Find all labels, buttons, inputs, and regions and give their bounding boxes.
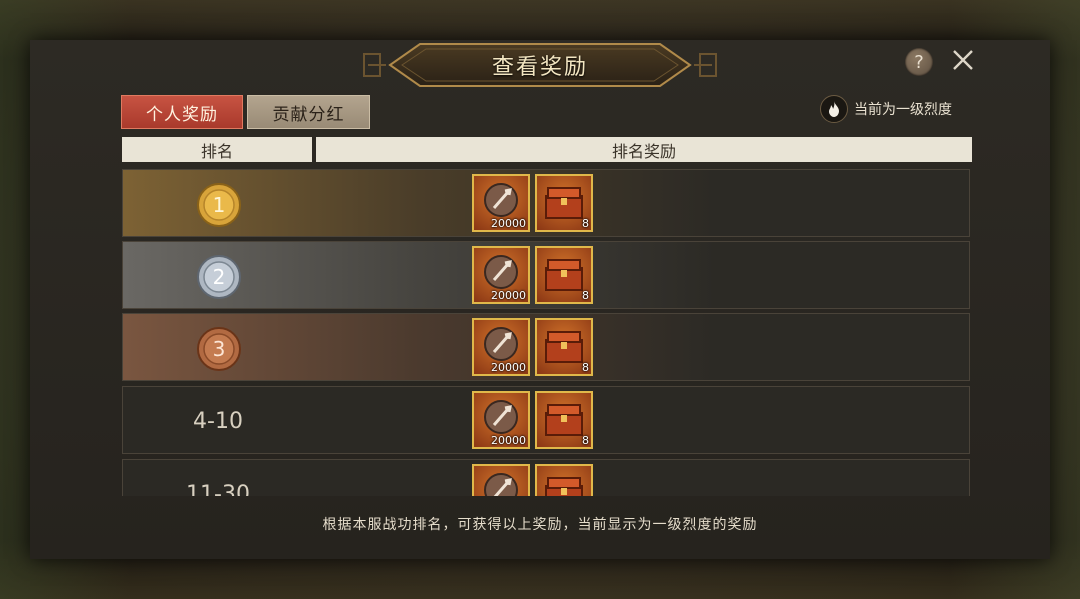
item-quantity: 8 [582,217,589,230]
rank-range: 11-30 [186,481,250,497]
close-icon [953,50,973,70]
title-banner: 查看奖励 [360,42,720,88]
rank-range: 4-10 [193,408,243,434]
treasure-chest-icon [545,477,583,496]
table-row: 2 20000 8 [122,241,970,309]
reward-item[interactable]: 8 [535,391,593,449]
tab-contribution-dividend[interactable]: 贡献分红 [247,95,370,129]
reward-item[interactable]: 20000 [472,318,530,376]
help-button[interactable]: ? [905,48,933,76]
item-quantity: 20000 [491,361,526,374]
table-row: 11-30 [122,459,970,496]
item-quantity: 8 [582,361,589,374]
reward-item[interactable]: 8 [535,174,593,232]
reward-item[interactable]: 20000 [472,246,530,304]
gold-medal-icon: 1 [197,183,241,227]
item-quantity: 20000 [491,217,526,230]
column-header-reward: 排名奖励 [316,137,972,162]
silver-medal-icon: 2 [197,255,241,299]
reward-list[interactable]: 1 20000 8 2 20000 8 3 20000 8 4-10 20000… [121,168,973,496]
item-quantity: 8 [582,289,589,302]
dialog-title: 查看奖励 [491,55,588,80]
reward-item[interactable] [535,464,593,496]
svg-text:1: 1 [213,193,226,217]
bronze-medal-icon: 3 [197,327,241,371]
reward-item[interactable] [472,464,530,496]
reward-item[interactable]: 20000 [472,391,530,449]
table-row: 4-10 20000 8 [122,386,970,454]
intensity-label: 当前为一级烈度 [854,102,952,118]
svg-text:2: 2 [213,265,226,289]
svg-text:3: 3 [213,337,226,361]
reward-item[interactable]: 20000 [472,174,530,232]
close-button[interactable] [950,48,976,76]
intensity-indicator: 当前为一级烈度 [820,94,952,124]
fire-icon [820,95,848,123]
item-quantity: 8 [582,434,589,447]
reward-item[interactable]: 8 [535,246,593,304]
item-quantity: 20000 [491,434,526,447]
table-row: 3 20000 8 [122,313,970,381]
sword-token-icon [484,473,518,496]
reward-item[interactable]: 8 [535,318,593,376]
item-quantity: 20000 [491,289,526,302]
footer-note: 根据本服战功排名，可获得以上奖励，当前显示为一级烈度的奖励 [322,517,758,533]
table-row: 1 20000 8 [122,169,970,237]
tab-personal-reward[interactable]: 个人奖励 [121,95,243,129]
column-header-rank: 排名 [122,137,312,162]
